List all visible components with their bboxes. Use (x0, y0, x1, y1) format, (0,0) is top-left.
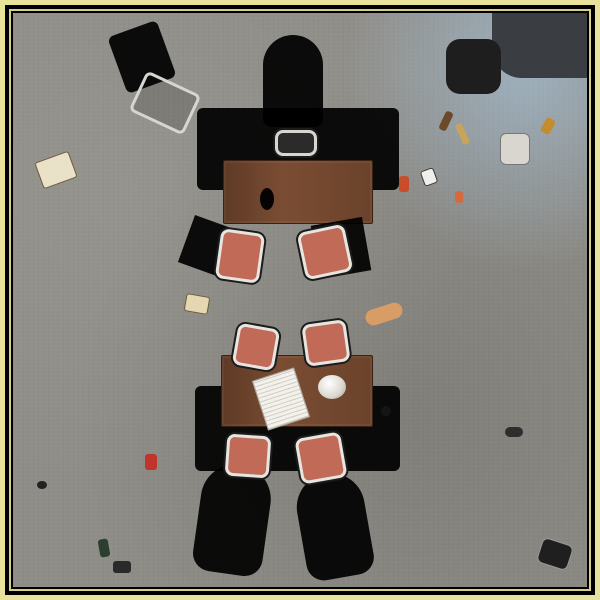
cigarette-pack[interactable] (34, 150, 78, 190)
trash[interactable] (505, 427, 523, 437)
table-top[interactable] (223, 160, 373, 224)
concrete-floor (13, 13, 587, 587)
trash[interactable] (446, 39, 501, 94)
folding-chair[interactable] (275, 130, 317, 156)
paper-bag[interactable] (363, 300, 405, 328)
trash[interactable] (535, 536, 575, 572)
folding-chair[interactable] (224, 433, 272, 479)
chair-shadow-top (263, 35, 323, 127)
folding-chair[interactable] (296, 223, 354, 281)
cup[interactable] (260, 188, 274, 210)
can[interactable] (455, 191, 463, 203)
trash[interactable] (37, 481, 47, 489)
folding-chair[interactable] (301, 319, 351, 367)
chair-shadow (291, 467, 377, 584)
trash[interactable] (113, 561, 131, 573)
game-map (0, 0, 600, 600)
trash[interactable] (381, 406, 391, 416)
bowl[interactable] (318, 375, 346, 399)
can[interactable] (399, 176, 409, 192)
can[interactable] (145, 454, 157, 470)
bottle[interactable] (97, 538, 111, 558)
folding-chair[interactable] (231, 322, 281, 372)
folding-chair[interactable] (294, 431, 348, 485)
cigarette-pack[interactable] (183, 293, 211, 315)
folding-chair[interactable] (214, 228, 266, 284)
trash[interactable] (500, 133, 530, 165)
dark-corner-rug (492, 13, 587, 78)
